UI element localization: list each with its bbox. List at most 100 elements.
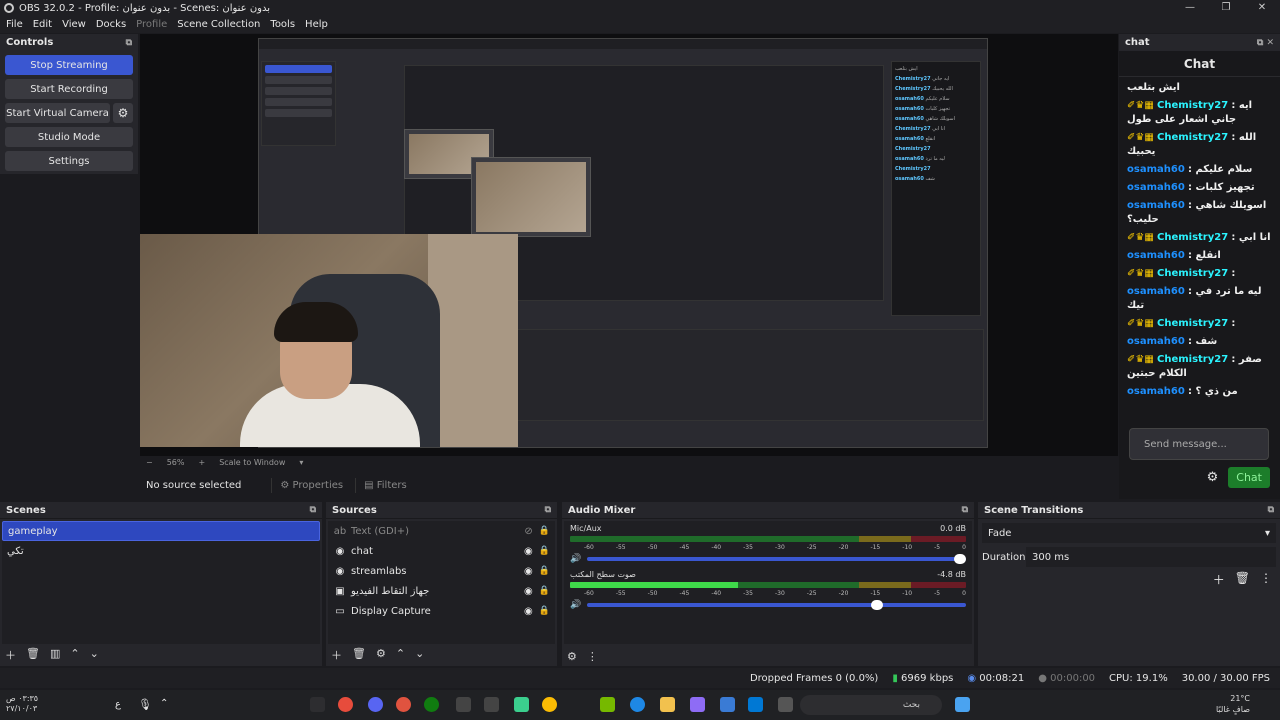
move-down-icon[interactable]: ⌄ [415,647,424,663]
file-explorer-icon[interactable] [660,697,675,712]
visibility-eye-icon[interactable]: ◉ [524,606,533,617]
app-icon[interactable] [778,697,793,712]
scale-select[interactable]: Scale to Window [219,458,285,467]
send-message-input[interactable]: Send message... [1129,428,1269,460]
tray-chevron-icon[interactable]: ⌃ [160,698,168,709]
scene-filters-icon[interactable]: ▥ [50,647,60,663]
zoom-in-button[interactable]: + [198,458,205,467]
speaker-icon[interactable]: 🔊 [570,600,581,610]
stop-streaming-button[interactable]: Stop Streaming [5,55,133,75]
dock-close-icon[interactable]: ⧉ ✕ [1257,38,1274,48]
remove-transition-icon[interactable]: 🗑 [1235,571,1250,588]
volume-knob[interactable] [870,600,883,610]
duration-input[interactable]: 300 ms [1026,547,1276,567]
virtual-camera-settings-gear-icon[interactable]: ⚙ [113,103,133,123]
microphone-icon[interactable]: 🎙 [138,698,152,711]
move-up-icon[interactable]: ⌃ [70,647,79,663]
source-item[interactable]: ◉ streamlabs ◉ 🔒 [328,561,555,581]
visibility-eye-icon[interactable]: ◉ [524,586,533,597]
speaker-icon[interactable]: 🔊 [570,554,581,564]
remove-scene-icon[interactable]: 🗑 [26,647,40,663]
chat-username[interactable]: Chemistry27 [1157,354,1228,365]
chat-settings-gear-icon[interactable]: ⚙ [1207,470,1219,485]
volume-slider[interactable] [587,600,966,610]
mixer-menu-icon[interactable]: ⋮ [587,650,598,663]
discord-icon[interactable] [368,697,383,712]
source-item[interactable]: ◉ chat ◉ 🔒 [328,541,555,561]
float-dock-icon[interactable]: ⧉ [310,505,316,515]
chat-username[interactable]: osamah60 [1127,386,1185,397]
properties-button[interactable]: ⚙ Properties [271,477,351,493]
lock-icon[interactable]: 🔒 [539,526,550,536]
xbox-icon[interactable] [424,697,439,712]
minimize-button[interactable]: — [1172,0,1208,16]
chat-username[interactable]: Chemistry27 [1157,100,1228,111]
chat-username[interactable]: Chemistry27 [1157,232,1228,243]
menu-file[interactable]: File [6,19,23,30]
store-icon[interactable] [720,697,735,712]
preview-canvas[interactable]: ايش بتلعب Chemistry27 ايه جاني Chemistry27… [140,34,1118,456]
menu-edit[interactable]: Edit [33,19,52,30]
add-scene-icon[interactable]: ＋ [5,647,16,663]
chat-username[interactable]: osamah60 [1127,336,1185,347]
studio-mode-button[interactable]: Studio Mode [5,127,133,147]
chrome-icon[interactable] [542,697,557,712]
windows-start-icon[interactable] [955,697,970,712]
lock-icon[interactable]: 🔒 [539,606,550,616]
chat-username[interactable]: Chemistry27 [1157,132,1228,143]
transition-select[interactable]: Fade ▾ [982,523,1276,543]
advanced-audio-icon[interactable]: ⚙ [567,650,577,663]
chat-username[interactable]: Chemistry27 [1157,268,1228,279]
maximize-button[interactable]: ❐ [1208,0,1244,16]
app-icon[interactable] [396,697,411,712]
visibility-eye-icon[interactable]: ⊘ [524,526,532,537]
move-down-icon[interactable]: ⌄ [90,647,99,663]
lock-icon[interactable]: 🔒 [539,546,550,556]
float-dock-icon[interactable]: ⧉ [126,38,132,48]
chat-username[interactable]: osamah60 [1127,200,1185,211]
lock-icon[interactable]: 🔒 [539,586,550,596]
menu-view[interactable]: View [62,19,86,30]
chat-username[interactable]: osamah60 [1127,250,1185,261]
app-icon[interactable] [484,697,499,712]
taskbar-search[interactable]: بحث [800,695,942,715]
obs-taskbar-icon[interactable] [338,697,353,712]
float-dock-icon[interactable]: ⧉ [545,505,551,515]
chat-username[interactable]: osamah60 [1127,164,1185,175]
float-dock-icon[interactable]: ⧉ [1268,505,1274,515]
scene-item[interactable]: تكي [2,541,320,561]
menu-tools[interactable]: Tools [270,19,295,30]
source-item[interactable]: ▭ Display Capture ◉ 🔒 [328,601,555,621]
weather-widget[interactable]: 21°C صافٍ غالبًا [1216,693,1250,715]
start-virtual-camera-button[interactable]: Start Virtual Camera [5,103,110,123]
source-item[interactable]: ▣ جهاز التقاط الفيديو ◉ 🔒 [328,581,555,601]
nvidia-icon[interactable] [600,697,615,712]
lock-icon[interactable]: 🔒 [539,566,550,576]
chat-username[interactable]: osamah60 [1127,286,1185,297]
chat-send-button[interactable]: Chat [1228,467,1270,488]
edge-icon[interactable] [630,697,645,712]
float-dock-icon[interactable]: ⧉ [962,505,968,515]
move-up-icon[interactable]: ⌃ [396,647,405,663]
menu-help[interactable]: Help [305,19,328,30]
settings-button[interactable]: Settings [5,151,133,171]
menu-docks[interactable]: Docks [96,19,126,30]
zoom-out-button[interactable]: − [146,458,153,467]
app-icon[interactable] [310,697,325,712]
copilot-icon[interactable] [690,697,705,712]
add-source-icon[interactable]: ＋ [331,647,342,663]
volume-knob[interactable] [954,554,966,564]
volume-slider[interactable] [587,554,966,564]
menu-scene-collection[interactable]: Scene Collection [177,19,260,30]
start-recording-button[interactable]: Start Recording [5,79,133,99]
filters-button[interactable]: ▤ Filters [355,477,415,493]
close-button[interactable]: ✕ [1244,0,1280,16]
chat-username[interactable]: osamah60 [1127,182,1185,193]
visibility-eye-icon[interactable]: ◉ [524,566,533,577]
app-icon[interactable] [456,697,471,712]
chat-username[interactable]: Chemistry27 [1157,318,1228,329]
outlook-icon[interactable] [748,697,763,712]
transition-menu-icon[interactable]: ⋮ [1260,571,1272,588]
source-properties-gear-icon[interactable]: ⚙ [376,647,386,663]
visibility-eye-icon[interactable]: ◉ [524,546,533,557]
